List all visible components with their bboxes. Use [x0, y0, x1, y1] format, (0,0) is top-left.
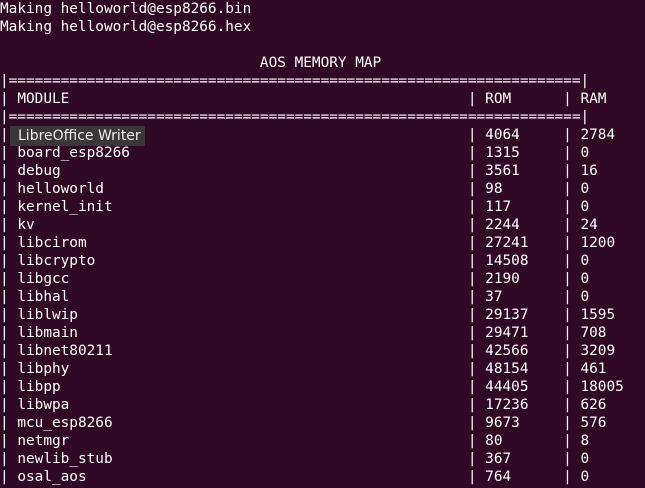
table-header-row: | MODULE | ROM | RAM |	[0, 91, 645, 107]
table-row: | libhal | 37 | 0 |	[0, 289, 645, 305]
table-row: | helloworld | 98 | 0 |	[0, 181, 645, 197]
table-row: | kv | 2244 | 24 |	[0, 217, 645, 233]
table-row: | liblwip | 29137 | 1595 |	[0, 307, 645, 323]
table-separator: |=======================================…	[0, 73, 590, 89]
table-row: | kernel_init | 117 | 0 |	[0, 199, 645, 215]
make-output-line: Making helloworld@esp8266.hex	[0, 19, 252, 35]
table-row: | libphy | 48154 | 461 |	[0, 361, 645, 377]
table-row: | libcrypto | 14508 | 0 |	[0, 253, 645, 269]
table-row: | libcirom | 27241 | 1200 |	[0, 235, 645, 251]
memory-map-title: AOS MEMORY MAP	[0, 55, 382, 71]
table-row: | mcu_esp8266 | 9673 | 576 |	[0, 415, 645, 431]
table-separator: |=======================================…	[0, 109, 590, 125]
make-output-line: Making helloworld@esp8266.bin	[0, 1, 252, 17]
app-tooltip: LibreOffice Writer	[10, 126, 145, 146]
table-row: | libwpa | 17236 | 626 |	[0, 397, 645, 413]
table-row: | netmgr | 80 | 8 |	[0, 433, 645, 449]
table-row: | newlib_stub | 367 | 0 |	[0, 451, 645, 467]
table-row: | libnet80211 | 42566 | 3209 |	[0, 343, 645, 359]
table-row: | libgcc | 2190 | 0 |	[0, 271, 645, 287]
table-row: | libmain | 29471 | 708 |	[0, 325, 645, 341]
terminal-window[interactable]: Making helloworld@esp8266.bin Making hell…	[0, 0, 645, 488]
table-row: | osal_aos | 764 | 0 |	[0, 469, 645, 485]
table-row: | libpp | 44405 | 18005 |	[0, 379, 645, 395]
table-row: | debug | 3561 | 16 |	[0, 163, 645, 179]
table-row: | board_esp8266 | 1315 | 0 |	[0, 145, 645, 161]
